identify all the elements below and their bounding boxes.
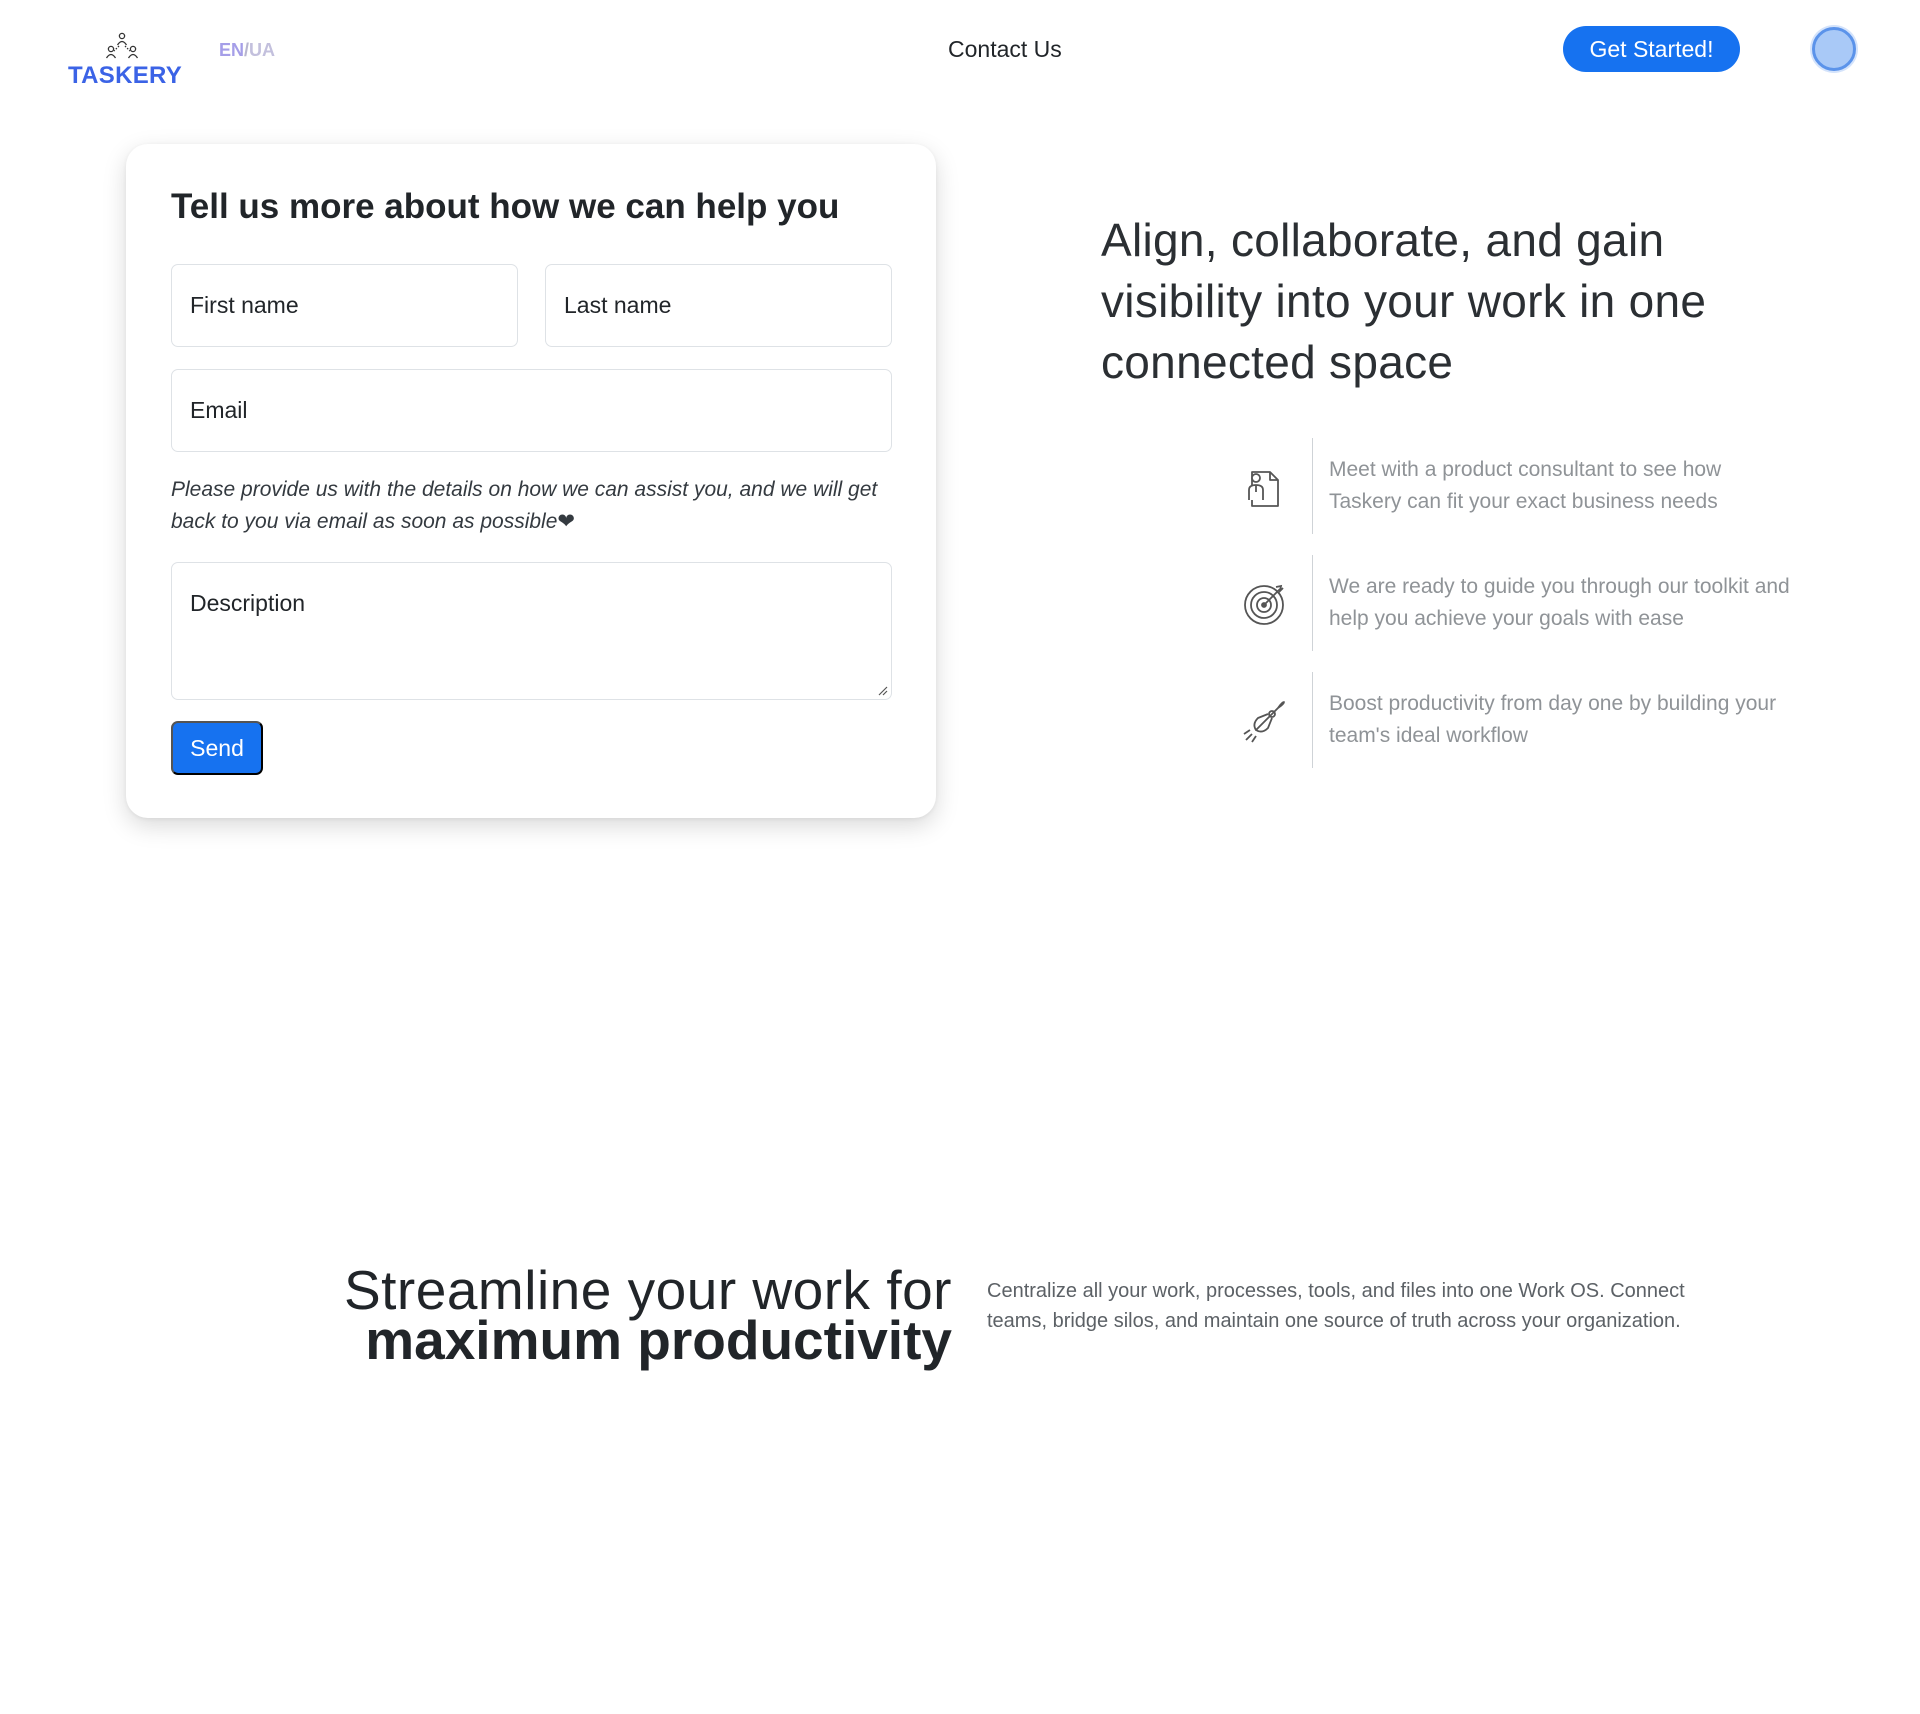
hero-headline: Align, collaborate, and gain visibility … — [1101, 214, 1707, 388]
streamline-description: Centralize all your work, processes, too… — [987, 1280, 1685, 1332]
streamline-title: Streamline your work for maximum product… — [343, 1259, 952, 1371]
streamline-title-line2: maximum productivity — [365, 1309, 952, 1371]
contact-form-card: Tell us more about how we can help you F… — [126, 144, 936, 818]
send-button[interactable]: Send — [171, 721, 263, 775]
target-icon — [1244, 584, 1284, 625]
form-help-text: Please provide us with the details on ho… — [171, 478, 878, 533]
site-header: TASKERY EN/UA Contact Us Get Started! — [0, 0, 1920, 100]
email-placeholder: Email — [190, 397, 248, 423]
last-name-placeholder: Last name — [564, 292, 672, 318]
feature-item: We are ready to guide you through our to… — [1238, 555, 1798, 651]
first-name-placeholder: First name — [190, 292, 299, 318]
feature-item: Boost productivity from day one by build… — [1238, 672, 1798, 768]
get-started-button[interactable]: Get Started! — [1563, 26, 1740, 72]
feature-text: Boost productivity from day one by build… — [1329, 692, 1777, 747]
team-logo-icon — [105, 32, 139, 59]
avatar[interactable] — [1812, 27, 1856, 71]
description-placeholder: Description — [190, 590, 306, 616]
form-title: Tell us more about how we can help you — [171, 187, 840, 226]
nav-contact-us[interactable]: Contact Us — [948, 36, 1062, 63]
logo[interactable]: TASKERY — [68, 32, 183, 89]
lang-en-link[interactable]: EN — [219, 40, 244, 60]
feature-divider — [1312, 672, 1313, 768]
language-switcher: EN/UA — [219, 40, 275, 61]
feature-item: Meet with a product consultant to see ho… — [1238, 438, 1798, 534]
description-textarea[interactable]: Description — [171, 562, 892, 700]
rocket-icon — [1243, 701, 1285, 743]
streamline-title-line1: Streamline your work for — [343, 1259, 952, 1321]
consultant-icon — [1248, 471, 1279, 507]
feature-divider — [1312, 438, 1313, 534]
feature-divider — [1312, 555, 1313, 651]
logo-text: TASKERY — [68, 62, 183, 89]
feature-text: Meet with a product consultant to see ho… — [1329, 458, 1722, 513]
last-name-field[interactable]: Last name — [545, 264, 892, 347]
lang-ua-link[interactable]: UA — [249, 40, 275, 60]
feature-text: We are ready to guide you through our to… — [1329, 575, 1790, 630]
email-field[interactable]: Email — [171, 369, 892, 452]
resize-handle-icon[interactable] — [876, 684, 888, 696]
first-name-field[interactable]: First name — [171, 264, 518, 347]
